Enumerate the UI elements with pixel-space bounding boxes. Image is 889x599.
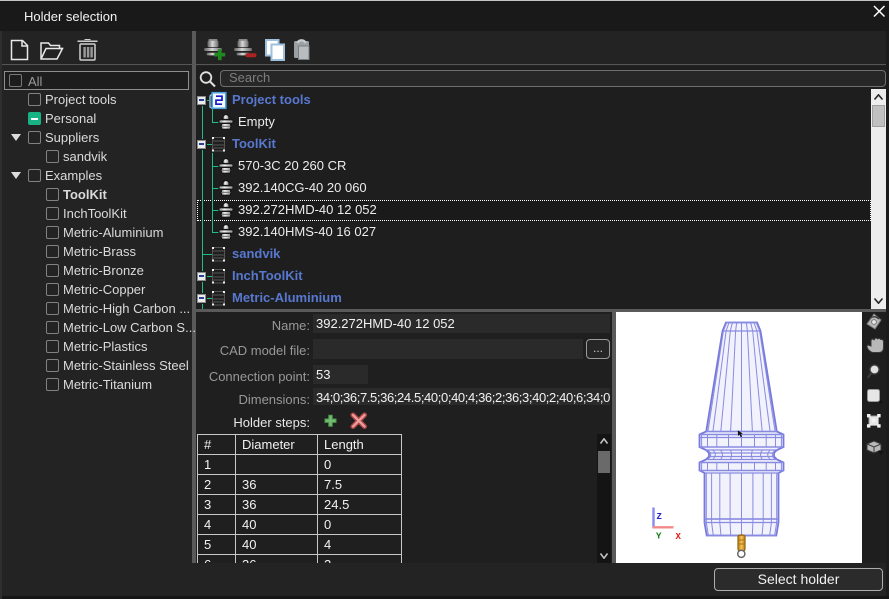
svg-text:X: X bbox=[676, 532, 682, 542]
svg-text:Z: Z bbox=[657, 512, 662, 522]
svg-text:Y: Y bbox=[656, 532, 662, 542]
